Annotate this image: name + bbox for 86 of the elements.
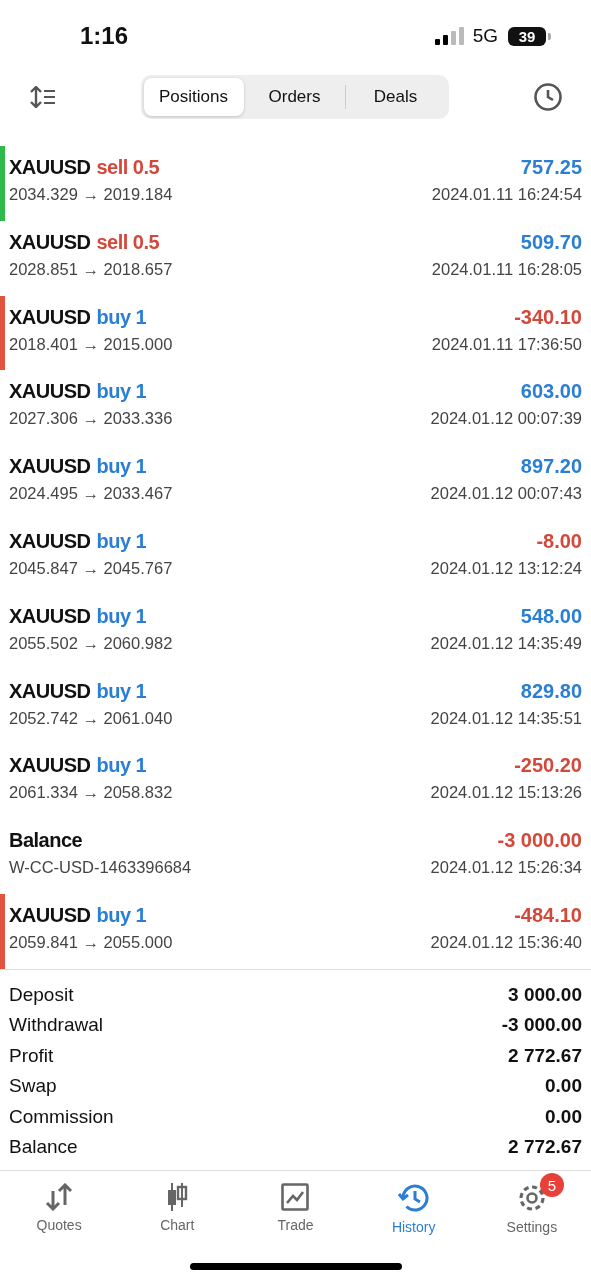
nav-tab[interactable]: Chart (122, 1173, 233, 1238)
sort-icon[interactable] (30, 86, 56, 108)
deal-time: 2024.01.11 17:36:50 (431, 334, 582, 354)
deal-time: 2024.01.12 15:13:26 (430, 783, 582, 803)
summary-value: 0.00 (545, 1105, 582, 1128)
price-range: 2028.851 → 2018.657 (9, 259, 173, 279)
trade-action: buy 1 (96, 380, 147, 404)
deal-time: 2024.01.12 13:12:24 (430, 559, 582, 578)
symbol-label: XAUUSD (9, 679, 91, 703)
segment-tab[interactable]: Positions (143, 78, 244, 116)
line-chart-icon (281, 1183, 310, 1212)
trade-action: buy 1 (96, 305, 147, 329)
price-range: 2018.401 → 2015.000 (9, 334, 173, 354)
summary-label: Profit (9, 1044, 54, 1067)
symbol-label: XAUUSD (9, 754, 91, 778)
signal-icon (434, 27, 465, 45)
summary-label: Deposit (9, 983, 74, 1006)
deal-time: 2024.01.11 16:24:54 (431, 185, 582, 204)
deal-time: 2024.01.11 16:28:05 (431, 259, 582, 279)
candlestick-icon (165, 1183, 190, 1212)
summary-label: Commission (9, 1105, 114, 1128)
trade-action: buy 1 (96, 604, 147, 628)
price-range: 2052.742 → 2061.040 (9, 708, 173, 728)
nav-tab[interactable]: History (358, 1173, 469, 1238)
symbol-label: XAUUSD (9, 380, 91, 404)
profit-value: -250.20 (514, 754, 582, 778)
symbol-label: XAUUSD (9, 455, 91, 479)
segment-tab[interactable]: Deals (345, 78, 446, 116)
deal-time: 2024.01.12 15:26:34 (430, 858, 582, 878)
nav-tab[interactable]: Trade (240, 1173, 351, 1238)
profit-value: -340.10 (514, 305, 582, 329)
price-range: 2045.847 → 2045.767 (9, 559, 173, 578)
symbol-label: XAUUSD (9, 604, 91, 628)
notification-badge: 5 (539, 1173, 564, 1198)
deal-time: 2024.01.12 14:35:49 (430, 633, 582, 653)
summary-value: -3 000.00 (501, 1014, 582, 1037)
profit-value: 757.25 (520, 156, 582, 179)
profit-value: -8.00 (536, 530, 582, 553)
summary-label: Swap (9, 1075, 57, 1098)
deal-time: 2024.01.12 14:35:51 (430, 708, 582, 728)
summary-value: 0.00 (545, 1075, 582, 1098)
clock-time: 1:16 (80, 22, 130, 50)
profit-value: 603.00 (520, 380, 582, 404)
price-range: 2027.306 → 2033.336 (9, 409, 173, 429)
deal-time: 2024.01.12 00:07:39 (430, 409, 582, 429)
deal-time: 2024.01.12 15:36:40 (430, 932, 582, 952)
price-range: 2061.334 → 2058.832 (9, 783, 173, 803)
history-icon (397, 1183, 430, 1214)
balance-title: Balance (9, 829, 83, 853)
profit-value: 509.70 (520, 230, 582, 254)
battery-level: 39 (508, 26, 546, 46)
profit-value: 897.20 (520, 455, 582, 479)
profit-value: 548.00 (520, 604, 582, 628)
summary-value: 2 772.67 (508, 1135, 582, 1158)
price-range: 2024.495 → 2033.467 (9, 484, 173, 504)
symbol-label: XAUUSD (9, 230, 91, 254)
trade-action: sell 0.5 (96, 156, 160, 179)
network-label: 5G (472, 25, 498, 47)
gear-icon (516, 1183, 547, 1214)
profit-value: -484.10 (514, 903, 582, 927)
arrows-icon (44, 1183, 75, 1212)
nav-tab[interactable]: Quotes (4, 1173, 115, 1238)
trade-action: sell 0.5 (96, 230, 160, 254)
trade-action: buy 1 (96, 530, 147, 553)
transaction-id: W-CC-USD-1463396684 (9, 858, 192, 878)
symbol-label: XAUUSD (9, 530, 91, 553)
price-range: 2059.841 → 2055.000 (9, 932, 173, 952)
summary-label: Withdrawal (9, 1014, 103, 1037)
profit-value: 829.80 (520, 679, 582, 703)
nav-tab[interactable]: Settings 5 (476, 1173, 587, 1238)
summary-value: 2 772.67 (508, 1044, 582, 1067)
trade-action: buy 1 (96, 903, 147, 927)
trade-action: buy 1 (96, 754, 147, 778)
clock-icon[interactable] (533, 82, 563, 112)
summary-value: 3 000.00 (508, 983, 582, 1006)
symbol-label: XAUUSD (9, 156, 91, 179)
segment-tab[interactable]: Orders (244, 78, 345, 116)
trade-action: buy 1 (96, 455, 147, 479)
symbol-label: XAUUSD (9, 305, 91, 329)
trade-action: buy 1 (96, 679, 147, 703)
summary-label: Balance (9, 1135, 78, 1158)
price-range: 2034.329 → 2019.184 (9, 185, 173, 204)
price-range: 2055.502 → 2060.982 (9, 633, 173, 653)
symbol-label: XAUUSD (9, 903, 91, 927)
deal-time: 2024.01.12 00:07:43 (430, 484, 582, 504)
profit-value: -3 000.00 (497, 829, 582, 853)
